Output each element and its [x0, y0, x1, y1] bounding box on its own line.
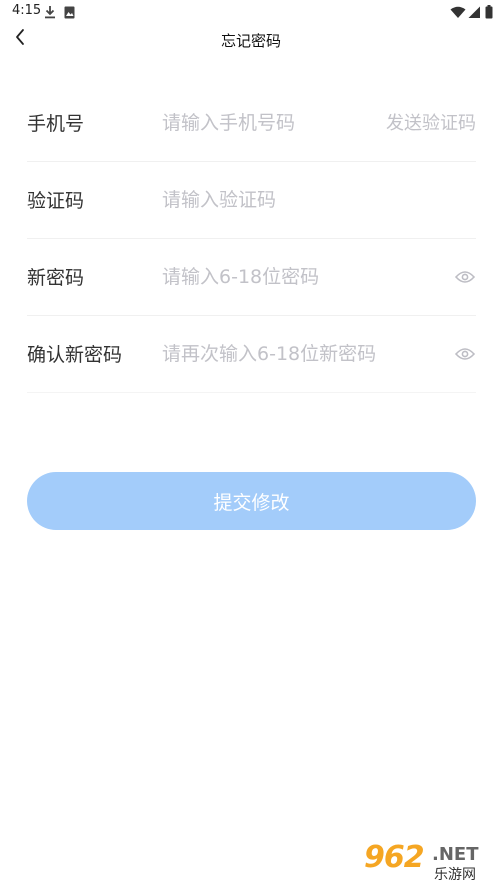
- confirm-password-visibility-toggle[interactable]: [454, 344, 476, 366]
- status-bar: 4:15: [0, 0, 502, 24]
- watermark-logo: 962 .NET 乐游网: [364, 840, 494, 886]
- new-password-visibility-toggle[interactable]: [454, 267, 476, 289]
- eye-icon: [454, 269, 476, 288]
- confirm-password-input[interactable]: [162, 338, 432, 370]
- image-icon: [64, 4, 75, 23]
- eye-icon: [454, 346, 476, 365]
- nav-bar: 忘记密码: [0, 24, 502, 54]
- verification-code-input[interactable]: [162, 184, 462, 216]
- send-code-button[interactable]: 发送验证码: [386, 111, 476, 137]
- confirm-password-label: 确认新密码: [27, 344, 123, 366]
- phone-input[interactable]: [162, 107, 362, 139]
- reset-password-form: 手机号 发送验证码 验证码 新密码 确认新密码: [27, 85, 476, 393]
- code-label: 验证码: [27, 190, 85, 212]
- signal-icon: [468, 4, 481, 23]
- new-password-row: 新密码: [27, 239, 476, 316]
- new-password-input[interactable]: [162, 261, 432, 293]
- status-time: 4:15: [12, 3, 42, 18]
- watermark-domain: .NET: [432, 844, 479, 865]
- watermark-number: 962: [364, 840, 425, 875]
- wifi-icon: [450, 4, 466, 23]
- submit-button[interactable]: 提交修改: [27, 472, 476, 530]
- page-title: 忘记密码: [220, 32, 281, 50]
- phone-row: 手机号 发送验证码: [27, 85, 476, 162]
- code-row: 验证码: [27, 162, 476, 239]
- confirm-password-row: 确认新密码: [27, 316, 476, 393]
- battery-icon: [485, 4, 493, 23]
- download-icon: [44, 4, 56, 23]
- new-password-label: 新密码: [27, 267, 85, 289]
- phone-label: 手机号: [27, 113, 85, 135]
- watermark-name: 乐游网: [432, 864, 478, 884]
